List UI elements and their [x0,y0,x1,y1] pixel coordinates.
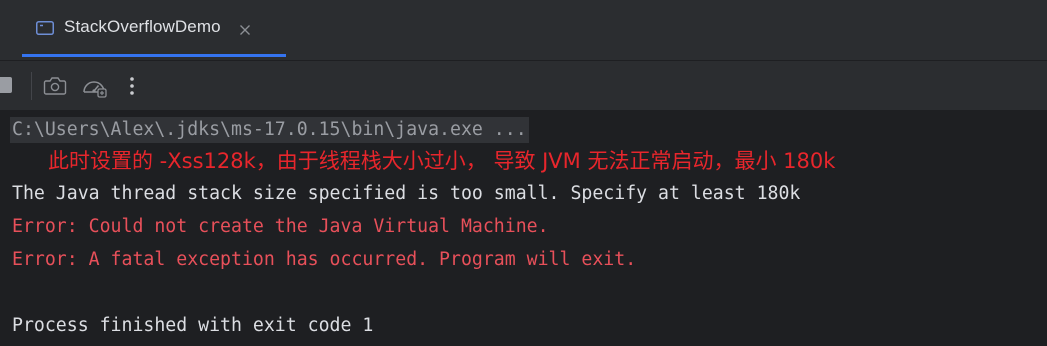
run-tool-window-tabbar: StackOverflowDemo [0,0,1047,60]
stop-icon[interactable] [0,75,14,95]
tab-stackoverflowdemo[interactable]: StackOverflowDemo [22,0,286,57]
annotation-note: 此时设置的 -Xss128k，由于线程栈大小过小， 导致 JVM 无法正常启动，… [48,149,836,173]
gauge-icon[interactable] [80,73,108,99]
window-icon [36,20,54,35]
close-icon[interactable] [239,21,251,35]
more-vertical-icon[interactable] [122,73,142,99]
exit-code-line: Process finished with exit code 1 [12,315,374,336]
error-line: Error: Could not create the Java Virtual… [12,216,549,237]
error-line: Error: A fatal exception has occurred. P… [12,249,637,270]
tab-label: StackOverflowDemo [64,17,221,36]
camera-icon[interactable] [42,73,68,99]
output-line: The Java thread stack size specified is … [12,183,801,204]
run-toolbar [0,60,1047,110]
toolbar-divider [31,72,32,100]
command-line[interactable]: C:\Users\Alex\.jdks\ms-17.0.15\bin\java.… [10,117,529,143]
console-output[interactable]: C:\Users\Alex\.jdks\ms-17.0.15\bin\java.… [0,110,1047,346]
